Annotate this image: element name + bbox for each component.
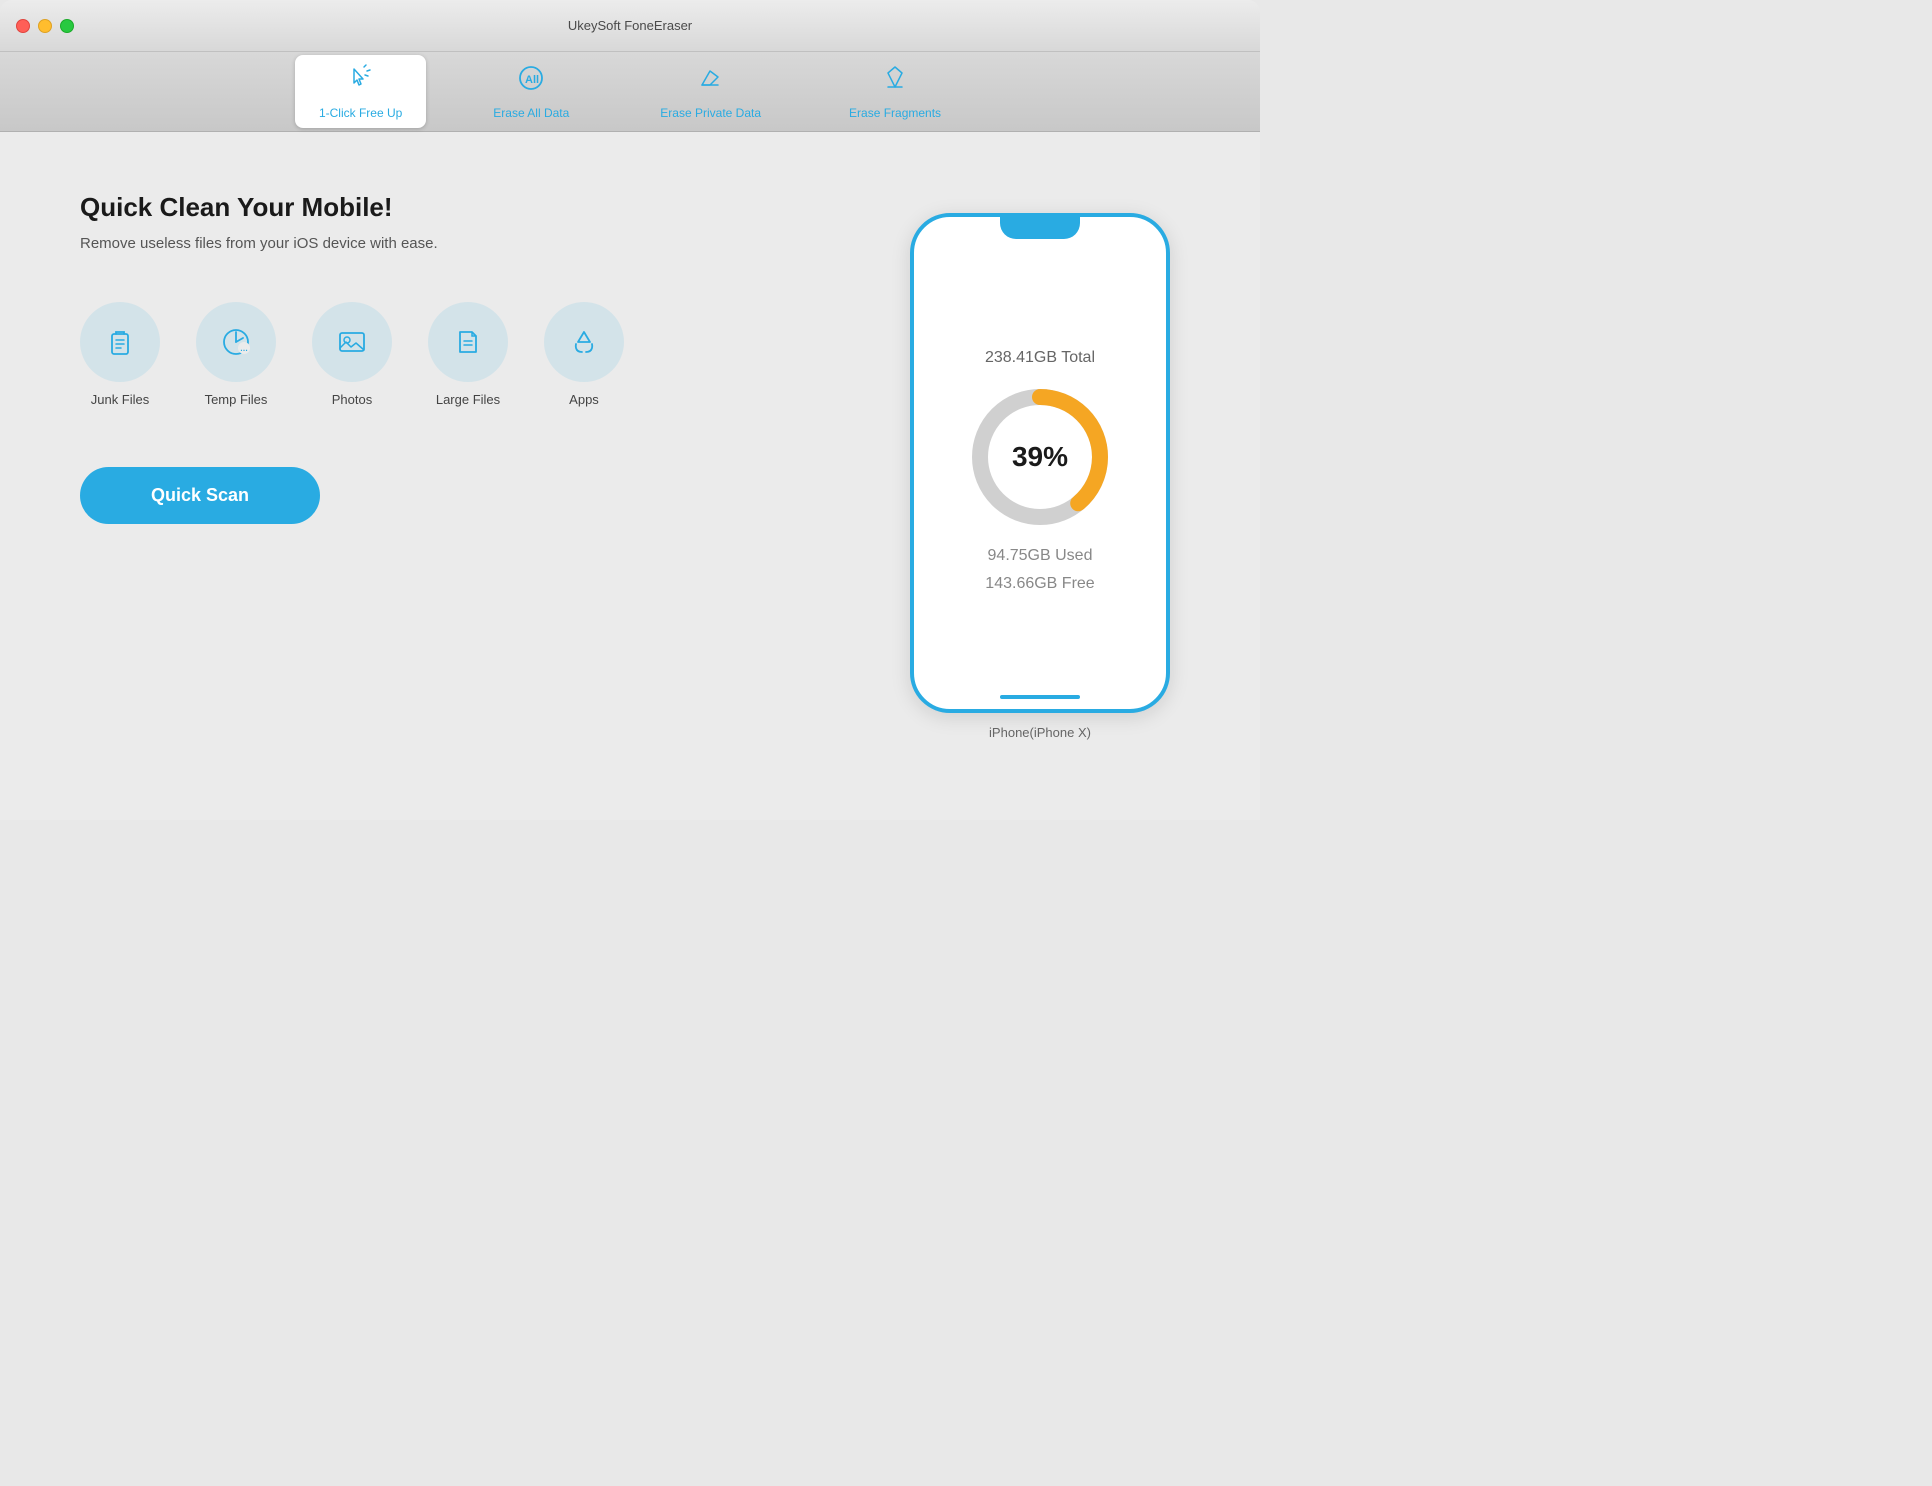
toolbar: 1-Click Free Up All Erase All Data Erase…: [0, 52, 1260, 132]
storage-free: 143.66GB Free: [985, 575, 1094, 593]
minimize-button[interactable]: [38, 19, 52, 33]
traffic-lights: [16, 19, 74, 33]
storage-used: 94.75GB Used: [988, 547, 1093, 565]
junk-files-icon: [102, 324, 138, 360]
main-content: Quick Clean Your Mobile! Remove useless …: [0, 132, 1260, 820]
tab-one-click-free-up[interactable]: 1-Click Free Up: [295, 55, 426, 128]
page-headline: Quick Clean Your Mobile!: [80, 192, 840, 223]
one-click-icon: [346, 63, 376, 100]
temp-files-icon: …: [218, 324, 254, 360]
tab-erase-fragments-label: Erase Fragments: [849, 106, 941, 120]
device-name: iPhone(iPhone X): [989, 725, 1091, 740]
photos-icon-wrap: [312, 302, 392, 382]
photos-label: Photos: [332, 392, 372, 407]
junk-files-icon-wrap: [80, 302, 160, 382]
quick-scan-button[interactable]: Quick Scan: [80, 467, 320, 524]
feature-temp-files[interactable]: … Temp Files: [196, 302, 276, 407]
features-row: Junk Files … Temp Files: [80, 302, 840, 407]
donut-chart: 39%: [960, 377, 1120, 537]
feature-apps[interactable]: Apps: [544, 302, 624, 407]
fullscreen-button[interactable]: [60, 19, 74, 33]
usage-percent: 39%: [1012, 441, 1068, 473]
phone-home-indicator: [1000, 695, 1080, 699]
feature-photos[interactable]: Photos: [312, 302, 392, 407]
tab-erase-all-label: Erase All Data: [493, 106, 569, 120]
left-panel: Quick Clean Your Mobile! Remove useless …: [80, 172, 840, 780]
svg-text:…: …: [240, 344, 248, 353]
storage-total: 238.41GB Total: [985, 349, 1095, 367]
apps-icon-wrap: [544, 302, 624, 382]
large-files-icon: [450, 324, 486, 360]
large-files-label: Large Files: [436, 392, 500, 407]
large-files-icon-wrap: [428, 302, 508, 382]
title-bar: UkeySoft FoneEraser: [0, 0, 1260, 52]
erase-fragments-icon: [880, 63, 910, 100]
tab-erase-all-data[interactable]: All Erase All Data: [466, 55, 596, 128]
phone-content: 238.41GB Total 39% 94.75GB Used 143.66GB…: [930, 237, 1150, 689]
feature-large-files[interactable]: Large Files: [428, 302, 508, 407]
temp-files-icon-wrap: …: [196, 302, 276, 382]
apps-label: Apps: [569, 392, 599, 407]
close-button[interactable]: [16, 19, 30, 33]
tab-one-click-label: 1-Click Free Up: [319, 106, 402, 120]
apps-icon: [566, 324, 602, 360]
right-panel: 238.41GB Total 39% 94.75GB Used 143.66GB…: [880, 172, 1200, 780]
tab-erase-fragments[interactable]: Erase Fragments: [825, 55, 965, 128]
phone-notch: [1000, 217, 1080, 239]
phone-mockup: 238.41GB Total 39% 94.75GB Used 143.66GB…: [910, 213, 1170, 713]
tab-erase-private-label: Erase Private Data: [660, 106, 761, 120]
photos-icon: [334, 324, 370, 360]
svg-text:All: All: [525, 74, 539, 86]
temp-files-label: Temp Files: [205, 392, 268, 407]
tab-erase-private-data[interactable]: Erase Private Data: [636, 55, 785, 128]
erase-all-icon: All: [516, 63, 546, 100]
erase-private-icon: [696, 63, 726, 100]
junk-files-label: Junk Files: [91, 392, 150, 407]
feature-junk-files[interactable]: Junk Files: [80, 302, 160, 407]
window-title: UkeySoft FoneEraser: [568, 18, 692, 33]
page-subheadline: Remove useless files from your iOS devic…: [80, 235, 840, 252]
